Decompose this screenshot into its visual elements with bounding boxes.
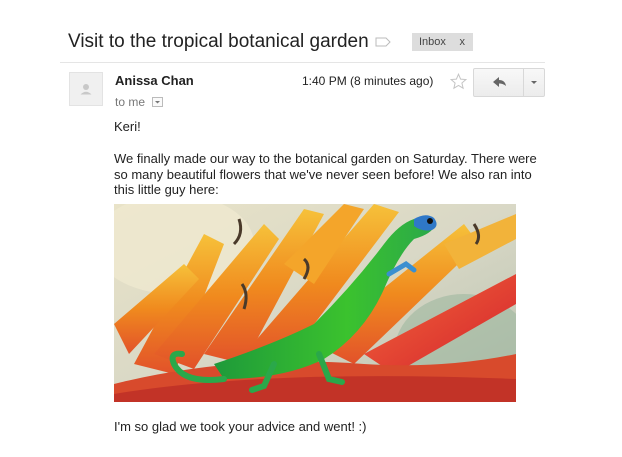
inbox-label-text: Inbox <box>419 36 446 48</box>
recipient-details-toggle[interactable] <box>152 97 163 107</box>
avatar[interactable] <box>69 72 103 106</box>
remove-label-button[interactable]: x <box>460 33 466 51</box>
person-icon <box>80 84 92 95</box>
more-actions-button[interactable] <box>524 69 544 96</box>
chevron-down-icon <box>155 101 160 104</box>
gecko-on-flower-image[interactable] <box>114 204 516 402</box>
sender-name[interactable]: Anissa Chan <box>115 73 194 88</box>
chevron-down-icon <box>531 81 537 84</box>
header-divider <box>60 62 545 63</box>
reply-arrow-icon <box>493 77 506 87</box>
recipient-line: to me <box>115 95 146 109</box>
star-icon[interactable] <box>450 73 467 90</box>
email-subject: Visit to the tropical botanical garden <box>68 31 369 52</box>
email-closing: I'm so glad we took your advice and went… <box>114 419 367 434</box>
email-greeting: Keri! <box>114 119 141 134</box>
label-tag-icon[interactable] <box>375 37 391 47</box>
email-timestamp: 1:40 PM (8 minutes ago) <box>302 74 434 88</box>
reply-button-group <box>473 68 545 97</box>
inbox-label-chip: Inbox x <box>412 33 473 51</box>
email-paragraph: We finally made our way to the botanical… <box>114 151 537 197</box>
reply-button[interactable] <box>474 69 523 96</box>
